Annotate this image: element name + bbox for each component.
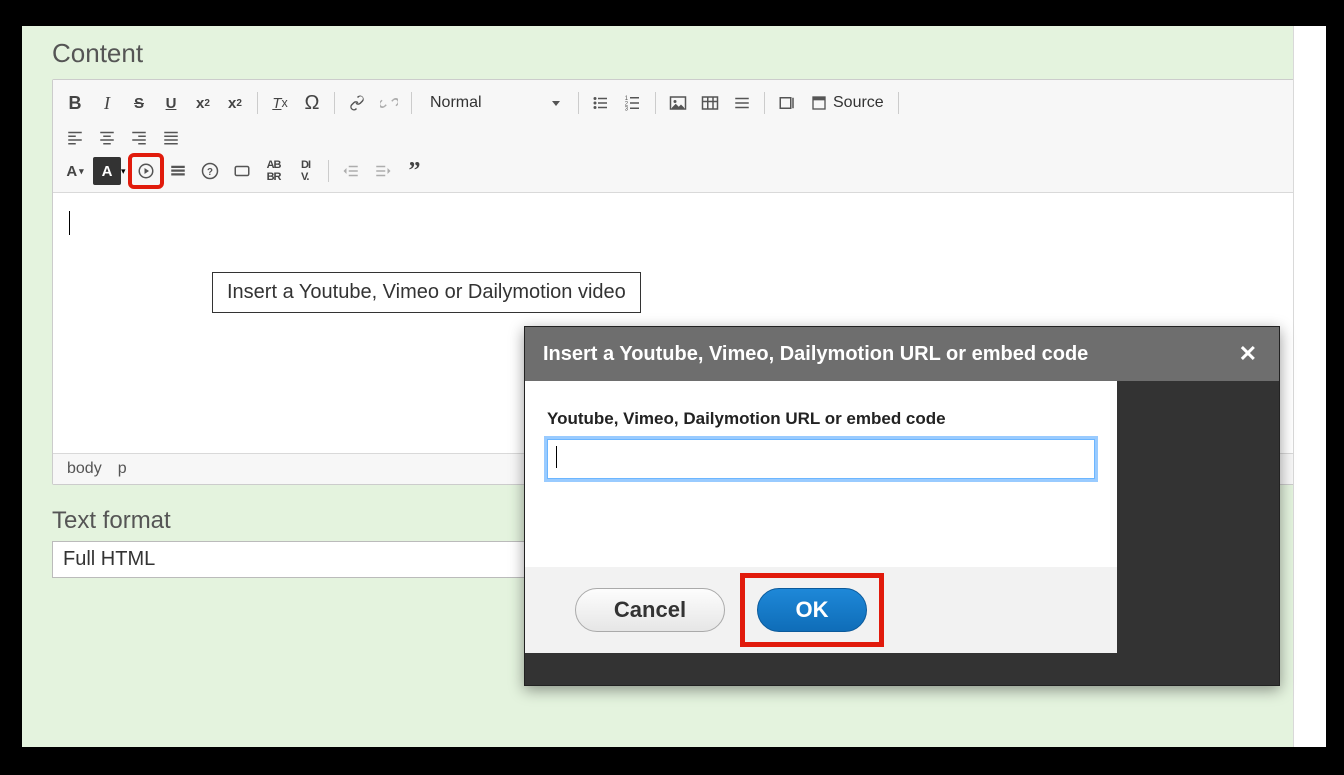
toolbar-separator: [578, 92, 579, 114]
numbered-list-button[interactable]: 123: [619, 89, 647, 117]
align-center-button[interactable]: [93, 123, 121, 151]
strikethrough-button[interactable]: S: [125, 89, 153, 117]
status-path-body[interactable]: body: [67, 460, 102, 478]
toolbar-separator: [257, 92, 258, 114]
cancel-button[interactable]: Cancel: [575, 588, 725, 632]
align-right-button[interactable]: [125, 123, 153, 151]
dialog-close-button[interactable]: ✕: [1235, 341, 1261, 367]
link-button[interactable]: [343, 89, 371, 117]
toolbar-separator: [328, 160, 329, 182]
italic-button[interactable]: I: [93, 89, 121, 117]
insert-video-tooltip: Insert a Youtube, Vimeo or Dailymotion v…: [212, 272, 641, 313]
blockquote-button[interactable]: ”: [401, 157, 429, 185]
table-button[interactable]: [696, 89, 724, 117]
image-button[interactable]: [664, 89, 692, 117]
align-justify-button[interactable]: [157, 123, 185, 151]
format-dropdown-label: Normal: [430, 94, 482, 112]
close-icon: ✕: [1239, 341, 1257, 366]
underline-button[interactable]: U: [157, 89, 185, 117]
toolbar-separator: [898, 92, 899, 114]
media-button[interactable]: [773, 89, 801, 117]
toolbar-separator: [764, 92, 765, 114]
dialog-header[interactable]: Insert a Youtube, Vimeo, Dailymotion URL…: [525, 327, 1279, 381]
insert-video-dialog: Insert a Youtube, Vimeo, Dailymotion URL…: [524, 326, 1280, 686]
toolbar-row-2: [59, 120, 1301, 154]
iframe-button[interactable]: [228, 157, 256, 185]
dialog-title: Insert a Youtube, Vimeo, Dailymotion URL…: [543, 343, 1088, 366]
indent-button[interactable]: [369, 157, 397, 185]
section-title: Content: [52, 38, 1308, 69]
editor-toolbar: B I S U x2 x2 Tx Ω: [53, 80, 1307, 193]
ok-button[interactable]: OK: [757, 588, 867, 632]
bulleted-list-button[interactable]: [587, 89, 615, 117]
abbr-button[interactable]: ABBR: [260, 157, 288, 185]
unlink-button[interactable]: [375, 89, 403, 117]
svg-text:3: 3: [625, 107, 629, 113]
dialog-body: Youtube, Vimeo, Dailymotion URL or embed…: [525, 381, 1117, 567]
subscript-button[interactable]: x2: [221, 89, 249, 117]
div-button[interactable]: DIV.: [292, 157, 320, 185]
superscript-button[interactable]: x2: [189, 89, 217, 117]
outdent-button[interactable]: [337, 157, 365, 185]
codesnippet-button[interactable]: [164, 157, 192, 185]
help-button[interactable]: ?: [196, 157, 224, 185]
horizontal-rule-button[interactable]: [728, 89, 756, 117]
svg-text:?: ?: [207, 167, 213, 178]
remove-format-button[interactable]: Tx: [266, 89, 294, 117]
toolbar-separator: [334, 92, 335, 114]
dialog-field-label: Youtube, Vimeo, Dailymotion URL or embed…: [547, 409, 1095, 429]
status-path-p[interactable]: p: [118, 460, 127, 478]
text-color-button[interactable]: A▾: [61, 157, 89, 185]
format-dropdown[interactable]: Normal: [420, 89, 570, 117]
source-button[interactable]: Source: [803, 89, 892, 117]
special-char-button[interactable]: Ω: [298, 89, 326, 117]
toolbar-row-1: B I S U x2 x2 Tx Ω: [59, 86, 1301, 120]
toolbar-row-3: A▾ A ▾ ? ABBR DIV.: [59, 154, 1301, 188]
insert-video-button[interactable]: [132, 157, 160, 185]
bg-color-button[interactable]: A: [93, 157, 121, 185]
ok-button-highlight: OK: [745, 578, 879, 642]
toolbar-separator: [655, 92, 656, 114]
dialog-footer: Cancel OK: [525, 567, 1117, 653]
toolbar-separator: [411, 92, 412, 114]
source-button-label: Source: [833, 94, 884, 112]
chevron-down-icon: [552, 101, 560, 106]
text-cursor: [69, 211, 70, 235]
video-url-input[interactable]: [547, 439, 1095, 479]
input-cursor: [556, 446, 557, 468]
align-left-button[interactable]: [61, 123, 89, 151]
bold-button[interactable]: B: [61, 89, 89, 117]
